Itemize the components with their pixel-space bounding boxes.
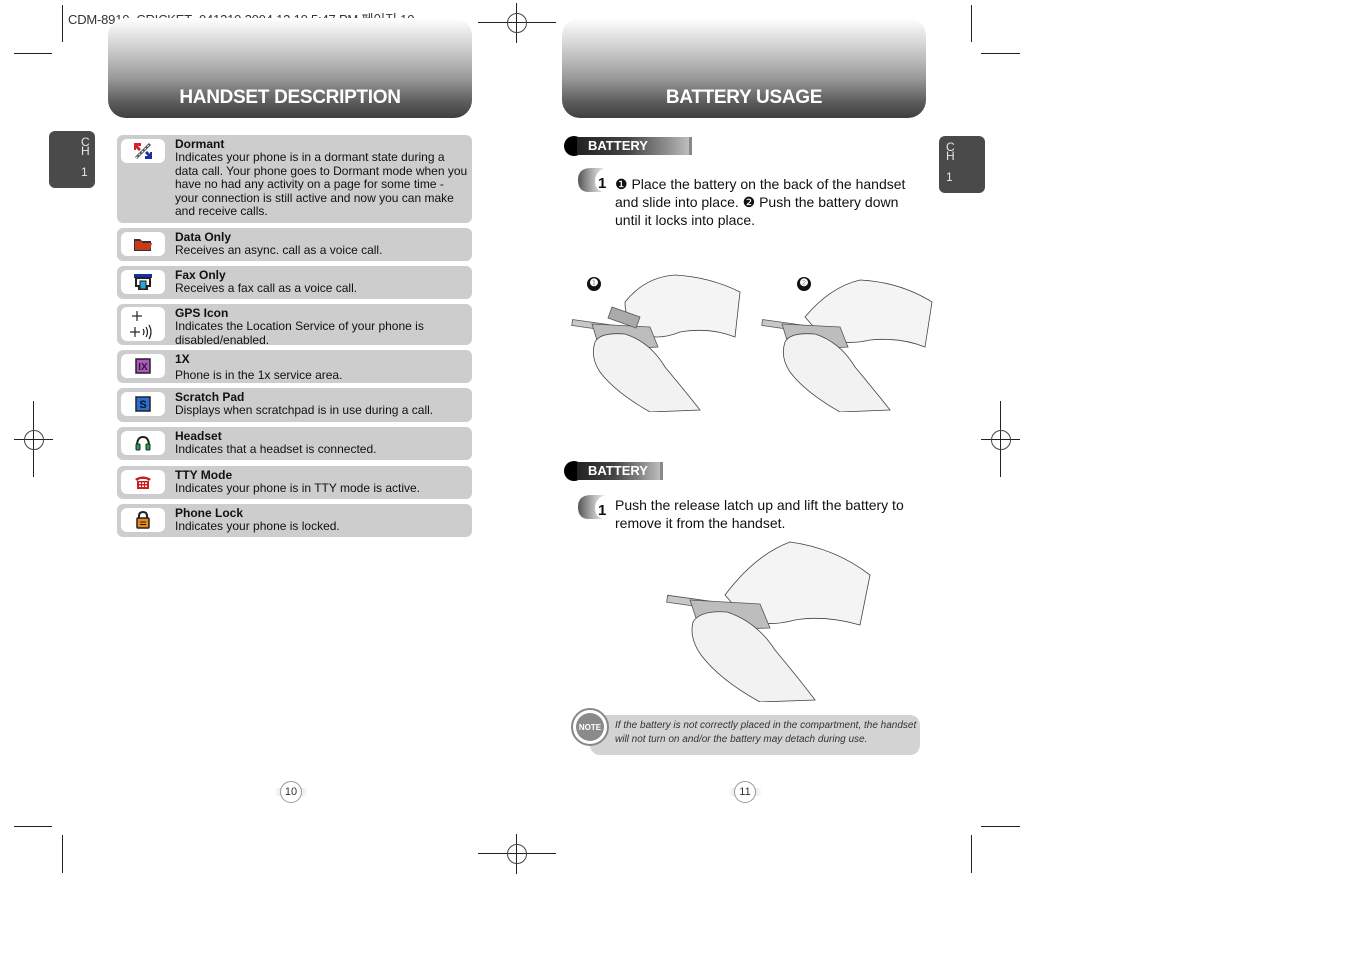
item-description: Displays when scratchpad is in use durin…	[175, 403, 434, 417]
tty-icon	[121, 470, 165, 494]
chapter-tab-number: 1	[81, 165, 88, 179]
chapter-tab-right: C H 1	[939, 136, 985, 193]
item-description: Indicates your phone is locked.	[175, 519, 340, 533]
page-number-right: 11	[734, 781, 756, 803]
removal-step-text: Push the release latch up and lift the b…	[615, 497, 904, 531]
step-number-badge: 1	[575, 493, 609, 519]
chapter-tab-letter: H	[81, 144, 90, 158]
chapter-tab-letter: H	[946, 149, 955, 163]
item-description: Indicates your phone is in TTY mode is a…	[175, 481, 421, 495]
section-heading-text: BATTERY REMOVAL	[577, 462, 664, 496]
installation-step-text: ❶ Place the battery on the back of the h…	[615, 176, 906, 228]
right-page-title: BATTERY USAGE	[665, 87, 823, 108]
item-description: Indicates that a headset is connected.	[175, 442, 377, 456]
fax-only-icon	[121, 270, 165, 294]
chapter-tab-number: 1	[946, 170, 953, 184]
list-item-1x: IX 1X Phone is in the 1x service area.	[117, 350, 472, 383]
list-item-data-only: Data Only Receives an async. call as a v…	[117, 228, 472, 261]
note-label: NOTE	[576, 713, 604, 741]
battery-removal-illustration	[666, 541, 871, 702]
list-item-scratch-pad: S Scratch Pad Displays when scratchpad i…	[117, 388, 472, 422]
1x-icon: IX	[121, 354, 165, 378]
list-item-fax-only: Fax Only Receives a fax call as a voice …	[117, 266, 472, 299]
svg-text:IX: IX	[138, 362, 148, 373]
battery-install-illustration-step1	[571, 274, 741, 412]
item-description: Receives an async. call as a voice call.	[175, 243, 383, 257]
right-page-header: BATTERY USAGE	[562, 18, 926, 118]
item-title: 1X	[175, 352, 190, 366]
list-item-headset: Headset Indicates that a headset is conn…	[117, 427, 472, 460]
svg-text:S: S	[139, 399, 146, 411]
gps-icon	[121, 307, 165, 341]
data-only-icon	[121, 232, 165, 256]
list-item-gps: GPS Icon Indicates the Location Service …	[117, 304, 472, 347]
lock-icon	[121, 508, 165, 532]
chapter-tab-left: C H 1	[49, 131, 95, 188]
list-item-phone-lock: Phone Lock Indicates your phone is locke…	[117, 504, 472, 537]
item-description: Indicates your phone is in a dormant sta…	[175, 150, 468, 218]
svg-text:1: 1	[598, 502, 606, 519]
list-item-dormant: Dormant Indicates your phone is in a dor…	[117, 135, 472, 223]
item-description: Indicates the Location Service of your p…	[175, 319, 424, 347]
step-number-badge: 1	[575, 166, 609, 192]
battery-install-illustration-step2	[761, 279, 933, 412]
note-text: If the battery is not correctly placed i…	[615, 720, 917, 745]
svg-text:1: 1	[598, 175, 606, 192]
left-page-header: HANDSET DESCRIPTION	[108, 18, 472, 118]
dormant-icon	[121, 139, 165, 163]
left-page-title: HANDSET DESCRIPTION	[179, 87, 401, 108]
scratch-pad-icon: S	[121, 392, 165, 416]
page-number-left: 10	[280, 781, 302, 803]
note-icon: NOTE	[571, 708, 609, 746]
item-description: Receives a fax call as a voice call.	[175, 281, 358, 295]
section-heading-text: BATTERY INSTALLATION	[577, 137, 693, 171]
headset-icon	[121, 431, 165, 455]
list-item-tty: TTY Mode Indicates your phone is in TTY …	[117, 466, 472, 499]
item-description: Phone is in the 1x service area.	[175, 368, 343, 382]
